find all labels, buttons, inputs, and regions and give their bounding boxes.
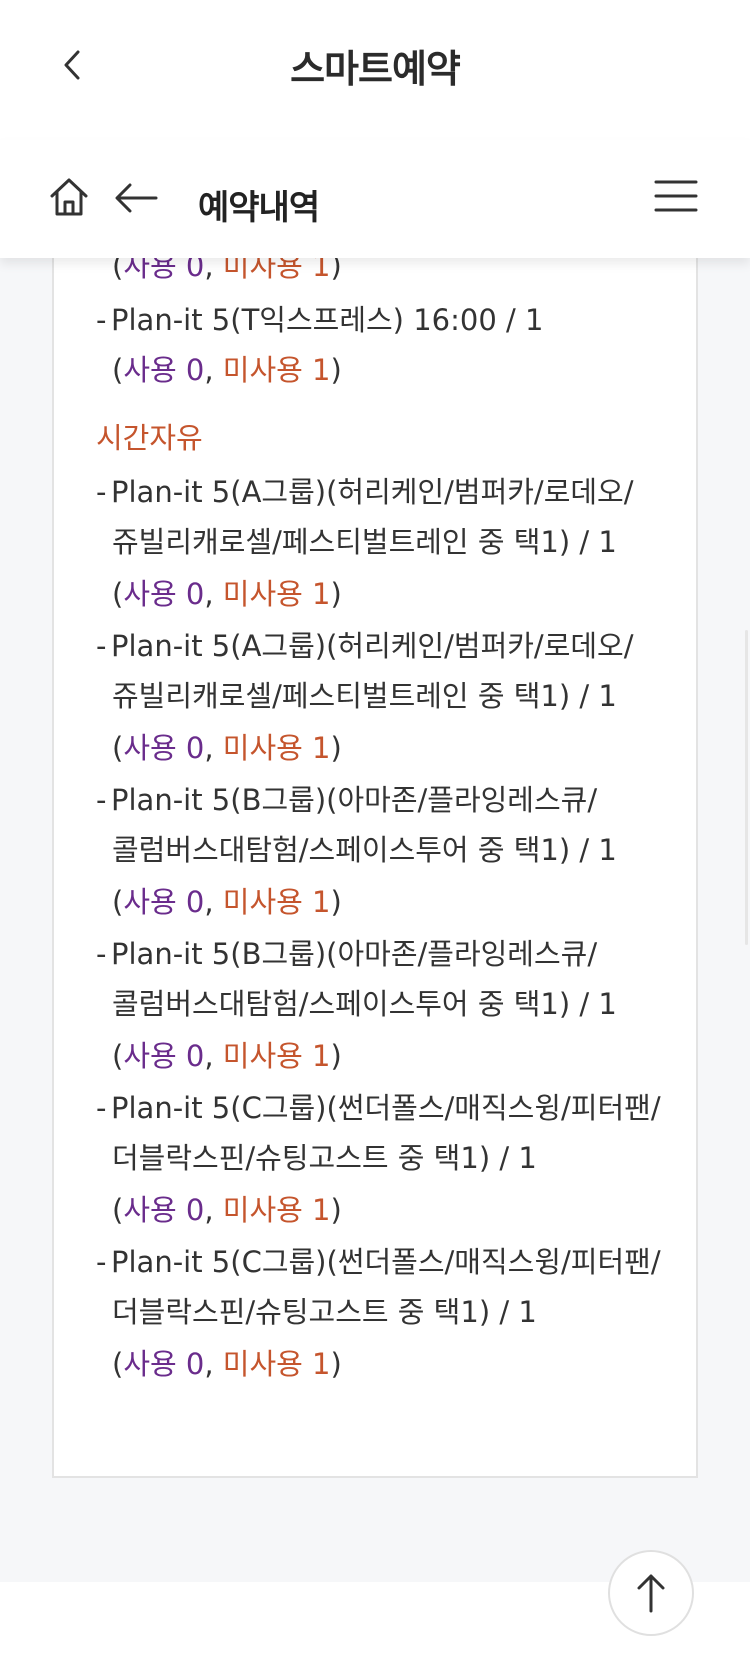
list-item-continued: 쥬빌리캐로셀/페스티벌트레인 중 택1) / 1 [112, 679, 617, 713]
home-icon[interactable] [48, 176, 90, 218]
list-item: - Plan-it 5(T익스프레스) 16:00 / 1 [96, 303, 544, 337]
scrollbar[interactable] [745, 630, 748, 945]
list-item-continued: 쥬빌리캐로셀/페스티벌트레인 중 택1) / 1 [112, 525, 617, 559]
status-line: (사용 0, 미사용 1) [112, 1039, 342, 1073]
app-title: 스마트예약 [290, 47, 461, 91]
list-item-continued: 더블락스핀/슈팅고스트 중 택1) / 1 [112, 1295, 537, 1329]
status-line: (사용 0, 미사용 1) [112, 353, 342, 387]
arrow-up-icon [637, 1574, 665, 1613]
status-line: (사용 0, 미사용 1) [112, 885, 342, 919]
reservation-detail-panel: (사용 0, 미사용 1) - Plan-it 5(T익스프레스) 16:00 /… [52, 200, 698, 1478]
status-line: (사용 0, 미사용 1) [112, 731, 342, 765]
list-item: - Plan-it 5(A그룹)(허리케인/범퍼카/로데오/ [96, 475, 634, 509]
app-bar: 스마트예약 [0, 0, 750, 140]
list-item: - Plan-it 5(B그룹)(아마존/플라잉레스큐/ [96, 937, 598, 971]
list-item-continued: 콜럼버스대탐험/스페이스투어 중 택1) / 1 [112, 987, 617, 1021]
list-item-continued: 콜럼버스대탐험/스페이스투어 중 택1) / 1 [112, 833, 617, 867]
list-item: - Plan-it 5(A그룹)(허리케인/범퍼카/로데오/ [96, 629, 634, 663]
arrow-left-icon[interactable] [112, 180, 160, 216]
section-title: 시간자유 [96, 421, 203, 455]
list-item: - Plan-it 5(C그룹)(썬더폴스/매직스윙/피터팬/ [96, 1091, 661, 1125]
scroll-top-button[interactable] [608, 1550, 694, 1636]
status-line: (사용 0, 미사용 1) [112, 1193, 342, 1227]
list-item: - Plan-it 5(C그룹)(썬더폴스/매직스윙/피터팬/ [96, 1245, 661, 1279]
status-line: (사용 0, 미사용 1) [112, 1347, 342, 1381]
list-item-continued: 더블락스핀/슈팅고스트 중 택1) / 1 [112, 1141, 537, 1175]
hamburger-menu-icon[interactable] [654, 178, 698, 214]
list-item: - Plan-it 5(B그룹)(아마존/플라잉레스큐/ [96, 783, 598, 817]
page-title: 예약내역 [198, 188, 320, 228]
status-line: (사용 0, 미사용 1) [112, 577, 342, 611]
